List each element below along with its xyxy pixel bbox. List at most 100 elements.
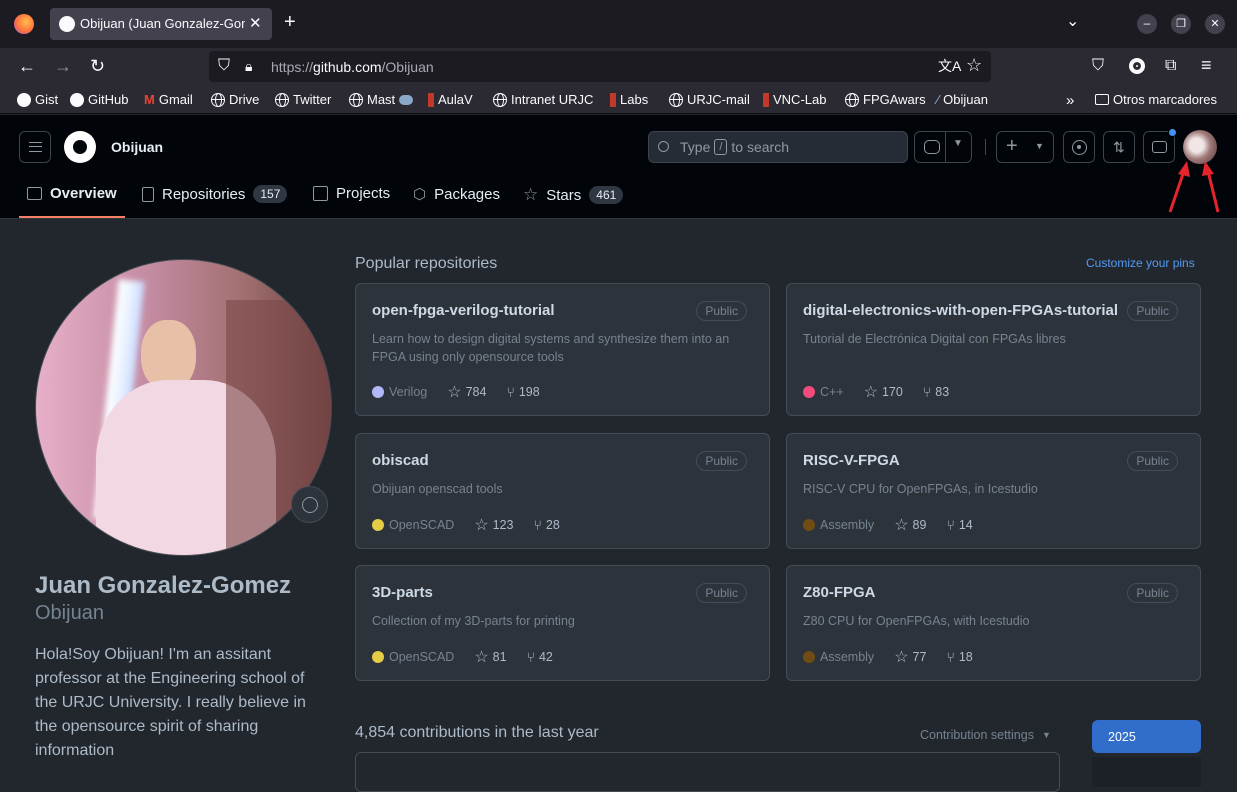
repo-name-link[interactable]: digital-electronics-with-open-FPGAs-tuto… [803,302,1118,319]
bookmark-labs[interactable]: Labs [610,92,648,107]
close-tab-icon[interactable]: ✕ [249,16,262,32]
stars-link[interactable]: ☆ 77 [894,647,926,667]
globe-icon [493,92,507,107]
forks-link[interactable]: ⑂ 83 [923,384,949,400]
browser-tab-bar: Obijuan (Juan Gonzalez-Gomez) ✕ + ⌄ – ❐ … [0,0,1237,48]
app-menu-icon[interactable]: ≡ [1201,56,1212,74]
forks-link[interactable]: ⑂ 42 [527,649,553,665]
bookmark-aulav[interactable]: AulaV [428,92,473,107]
search-prefix: Type [680,139,711,155]
gmail-icon: M [144,92,155,107]
bookmark-label: VNC-Lab [773,92,827,107]
more-bookmarks-icon[interactable]: » [1066,92,1074,109]
extensions-icon[interactable]: ⧉ [1165,58,1176,74]
repo-name-link[interactable]: open-fpga-verilog-tutorial [372,302,555,319]
create-new-button[interactable]: + ▼ [996,131,1054,163]
repo-name-link[interactable]: obiscad [372,452,429,469]
maximize-button[interactable]: ❐ [1171,14,1191,34]
shield-icon[interactable]: ⛉ [218,58,230,74]
tab-label: Projects [336,185,391,202]
new-tab-icon[interactable]: + [284,12,296,32]
bookmark-drive[interactable]: Drive [211,92,259,107]
bookmark-obijuan[interactable]: ∕ Obijuan [937,92,988,107]
contribution-settings-button[interactable]: Contribution settings ▼ [920,728,1051,742]
pull-requests-button[interactable]: ⇅ [1103,131,1135,163]
tab-stars[interactable]: ☆ Stars 461 [523,185,624,205]
firefox-menu-icon[interactable] [14,14,34,34]
bookmark-urjc-mail[interactable]: URJC-mail [669,92,750,107]
pocket-icon[interactable]: ⛉ [1092,58,1104,74]
account-icon[interactable] [1129,58,1145,74]
bookmark-label: Gist [35,92,59,107]
bookmark-intranet-urjc[interactable]: Intranet URJC [493,92,593,107]
set-status-button[interactable] [291,486,328,523]
bookmark-twitter[interactable]: Twitter [275,92,331,107]
profile-bio: Hola!Soy Obijuan! I'm an assitant profes… [35,646,306,759]
repo-name-link[interactable]: 3D-parts [372,584,433,601]
pull-request-icon: ⇅ [1113,139,1125,155]
url-scheme: https:// [271,59,314,75]
fork-count: 42 [538,650,553,664]
customize-pins-link[interactable]: Customize your pins [1086,256,1195,270]
bookmark-fpgawars[interactable]: FPGAwars [845,92,926,107]
translate-icon[interactable]: 文A [938,58,961,74]
star-icon: ☆ [894,649,909,666]
tab-count: 461 [589,186,624,204]
smiley-icon [302,497,318,513]
tab-packages[interactable]: ⬡ Packages [413,185,500,204]
tab-overview[interactable]: Overview [27,185,117,202]
repo-name-link[interactable]: Z80-FPGA [803,584,876,601]
issues-button[interactable] [1063,131,1095,163]
back-icon[interactable]: ← [18,57,36,75]
tab-projects[interactable]: Projects [313,185,390,202]
forward-icon[interactable]: → [54,57,72,75]
bookmark-github[interactable]: GitHub [70,92,128,107]
forks-link[interactable]: ⑂ 14 [946,517,972,533]
repo-name-link[interactable]: RISC-V-FPGA [803,452,900,469]
red-arrow-annotation-icon [1168,161,1220,213]
search-input[interactable]: Type / to search [648,131,908,163]
reload-icon[interactable]: ↻ [90,57,105,75]
tab-list-chevron-icon[interactable]: ⌄ [1066,14,1079,30]
stars-link[interactable]: ☆ 81 [474,647,506,667]
minimize-button[interactable]: – [1137,14,1157,34]
other-bookmarks[interactable]: Otros marcadores [1095,92,1217,107]
bookmark-mast[interactable]: Mast [349,92,414,107]
stars-link[interactable]: ☆ 784 [447,382,486,402]
hamburger-menu-button[interactable] [19,131,51,163]
fork-icon: ⑂ [526,649,535,665]
bookmark-label: Mast [367,92,396,107]
stars-link[interactable]: ☆ 123 [474,515,513,535]
close-window-button[interactable]: ✕ [1205,14,1225,34]
forks-link[interactable]: ⑂ 198 [506,384,539,400]
url-text[interactable]: https://github.com/Obijuan [271,59,434,75]
visibility-badge: Public [696,301,747,321]
bookmark-star-icon[interactable]: ☆ [966,56,982,74]
visibility-badge: Public [1127,583,1178,603]
lock-icon[interactable]: 🔒︎ [245,58,252,74]
header-username[interactable]: Obijuan [111,139,163,155]
visibility-badge: Public [696,451,747,471]
bookmark-vnc-lab[interactable]: VNC-Lab [763,92,826,107]
search-placeholder: Type / to search [680,139,789,155]
profile-login: Obijuan [35,602,104,624]
tab-repositories[interactable]: Repositories 157 [142,185,288,203]
forks-link[interactable]: ⑂ 28 [534,517,560,533]
url-bar[interactable]: ⛉ 🔒︎ https://github.com/Obijuan 文A ☆ [209,51,991,82]
bookmark-gmail[interactable]: M Gmail [144,92,193,107]
bookmark-label: GitHub [88,92,129,107]
profile-avatar[interactable] [35,259,332,556]
elephant-icon [399,94,414,105]
bookmark-gist[interactable]: Gist [17,92,58,107]
chevron-down-icon[interactable]: ▼ [953,138,963,149]
github-logo-icon[interactable] [64,131,96,163]
year-2025-button[interactable]: 2025 [1092,720,1201,753]
chevron-down-icon: ▼ [1035,141,1044,151]
stars-link[interactable]: ☆ 170 [864,382,903,402]
copilot-button[interactable]: ▼ [914,131,972,163]
stars-link[interactable]: ☆ 89 [894,515,926,535]
star-count: 81 [492,650,507,664]
browser-tab[interactable]: Obijuan (Juan Gonzalez-Gomez) ✕ [50,8,272,40]
globe-icon [669,92,683,107]
forks-link[interactable]: ⑂ 18 [946,649,972,665]
